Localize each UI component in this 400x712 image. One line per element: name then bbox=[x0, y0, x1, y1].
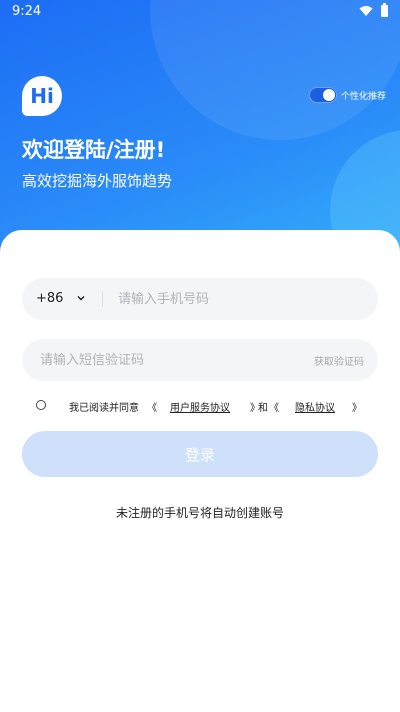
privacy-policy-link[interactable]: 隐私协议 bbox=[295, 399, 335, 414]
page-title: 欢迎登陆/注册! bbox=[22, 138, 166, 162]
status-icons bbox=[359, 3, 388, 17]
personalization-toggle-row: 个性化推荐 bbox=[308, 87, 386, 103]
divider bbox=[102, 291, 103, 307]
verification-code-input[interactable] bbox=[40, 339, 300, 381]
status-bar: 9:24 bbox=[0, 0, 400, 24]
personalization-label: 个性化推荐 bbox=[340, 91, 386, 102]
bracket-open: 《 bbox=[147, 403, 157, 414]
phone-input[interactable] bbox=[118, 278, 368, 320]
and-text: 和 bbox=[258, 403, 268, 414]
page-subtitle: 高效挖掘海外服饰趋势 bbox=[22, 172, 173, 190]
bracket-close: 》 bbox=[352, 403, 362, 414]
toggle-knob bbox=[322, 89, 335, 101]
agreement-text: 我已阅读并同意 bbox=[69, 403, 139, 414]
status-time: 9:24 bbox=[12, 4, 42, 19]
wifi-icon bbox=[359, 6, 373, 16]
user-agreement-link[interactable]: 用户服务协议 bbox=[170, 399, 230, 414]
app-logo: Hi bbox=[22, 76, 62, 116]
personalization-toggle[interactable] bbox=[308, 87, 337, 103]
code-field: 获取验证码 bbox=[22, 339, 378, 381]
battery-icon bbox=[381, 3, 388, 17]
phone-field: +86 bbox=[22, 278, 378, 320]
country-code-selector[interactable]: +86 bbox=[36, 291, 63, 306]
footer-note: 未注册的手机号将自动创建账号 bbox=[115, 506, 284, 520]
bracket-open: 《 bbox=[269, 403, 279, 414]
agreement-row: 我已阅读并同意 《 用户服务协议 》 和 《 隐私协议 》 bbox=[36, 399, 366, 414]
login-button[interactable]: 登录 bbox=[22, 431, 378, 477]
agreement-checkbox[interactable] bbox=[36, 400, 46, 410]
get-code-button[interactable]: 获取验证码 bbox=[314, 353, 364, 368]
chevron-down-icon[interactable] bbox=[76, 293, 86, 303]
